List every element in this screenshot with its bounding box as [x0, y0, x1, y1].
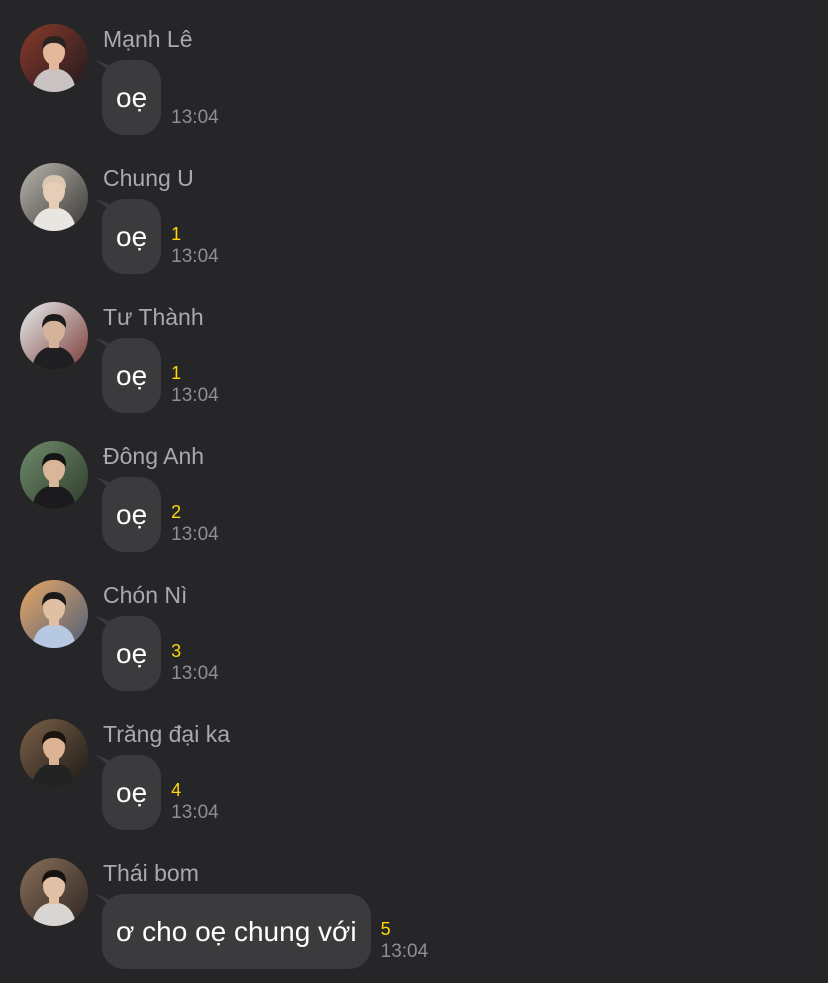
- unread-count: 1: [171, 363, 182, 383]
- avatar[interactable]: [20, 858, 88, 926]
- message-row: Chung U oẹ 1 13:04: [0, 139, 828, 278]
- message-meta: 1 13:04: [171, 362, 219, 408]
- message-bubble[interactable]: oẹ: [102, 338, 162, 413]
- unread-count: 1: [171, 224, 182, 244]
- message-time: 13:04: [171, 246, 219, 267]
- message-text: oẹ: [116, 81, 148, 113]
- message-text: oẹ: [116, 498, 148, 530]
- unread-count: 4: [171, 780, 182, 800]
- message-text: oẹ: [116, 359, 148, 391]
- message-bubble[interactable]: oẹ: [102, 755, 162, 830]
- message-time: 13:04: [171, 524, 219, 545]
- message-meta: 3 13:04: [171, 640, 219, 686]
- unread-count: 3: [171, 641, 182, 661]
- message-row: Chón Nì oẹ 3 13:04: [0, 556, 828, 695]
- avatar[interactable]: [20, 580, 88, 648]
- message-meta: 4 13:04: [171, 779, 219, 825]
- message-meta: 2 13:04: [171, 501, 219, 547]
- message-text: oẹ: [116, 637, 148, 669]
- message-bubble[interactable]: oẹ: [102, 616, 162, 691]
- message-time: 13:04: [171, 107, 219, 128]
- sender-name[interactable]: Chung U: [103, 164, 194, 192]
- chat-message-list: Mạnh Lê oẹ 13:04 Chung U oẹ 1 13:04 Tư T…: [0, 0, 828, 983]
- avatar[interactable]: [20, 441, 88, 509]
- message-text: oẹ: [116, 776, 148, 808]
- message-text: ơ cho oẹ chung với: [116, 915, 357, 947]
- avatar[interactable]: [20, 302, 88, 370]
- message-time: 13:04: [171, 385, 219, 406]
- avatar[interactable]: [20, 163, 88, 231]
- message-row: Thái bom ơ cho oẹ chung với 5 13:04: [0, 834, 828, 973]
- sender-name[interactable]: Chón Nì: [103, 581, 187, 609]
- message-time: 13:04: [171, 802, 219, 823]
- sender-name[interactable]: Tư Thành: [103, 303, 204, 331]
- sender-name[interactable]: Thái bom: [103, 859, 199, 887]
- message-text: oẹ: [116, 220, 148, 252]
- message-row: Trăng đại ka oẹ 4 13:04: [0, 695, 828, 834]
- message-meta: 13:04: [171, 84, 219, 130]
- message-row: Mạnh Lê oẹ 13:04: [0, 0, 828, 139]
- sender-name[interactable]: Mạnh Lê: [103, 25, 193, 53]
- message-row: Tư Thành oẹ 1 13:04: [0, 278, 828, 417]
- message-row: Đông Anh oẹ 2 13:04: [0, 417, 828, 556]
- unread-count: 5: [380, 919, 391, 939]
- message-bubble[interactable]: oẹ: [102, 199, 162, 274]
- message-bubble[interactable]: oẹ: [102, 60, 162, 135]
- sender-name[interactable]: Đông Anh: [103, 442, 204, 470]
- message-meta: 1 13:04: [171, 223, 219, 269]
- unread-count: 2: [171, 502, 182, 522]
- message-bubble[interactable]: ơ cho oẹ chung với: [102, 894, 371, 969]
- avatar[interactable]: [20, 24, 88, 92]
- message-meta: 5 13:04: [381, 918, 429, 964]
- message-time: 13:04: [171, 663, 219, 684]
- sender-name[interactable]: Trăng đại ka: [103, 720, 230, 748]
- avatar[interactable]: [20, 719, 88, 787]
- message-time: 13:04: [380, 941, 429, 962]
- message-bubble[interactable]: oẹ: [102, 477, 162, 552]
